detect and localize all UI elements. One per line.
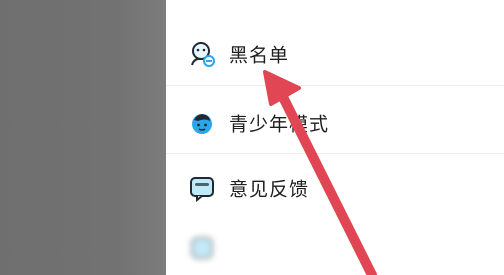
blacklist-user-icon xyxy=(191,42,215,67)
menu-item-label: 黑名单 xyxy=(229,44,290,67)
menu-item-feedback[interactable]: 意见反馈 xyxy=(166,168,504,208)
youth-mode-icon xyxy=(192,114,212,134)
menu-item-label: 青少年模式 xyxy=(229,113,330,136)
menu-item-settings[interactable] xyxy=(166,228,504,268)
menu-item-youth-mode[interactable]: 青少年模式 xyxy=(166,103,504,143)
divider xyxy=(166,153,504,154)
menu-item-blacklist[interactable]: 黑名单 xyxy=(166,34,504,74)
menu-item-label: 意见反馈 xyxy=(229,178,310,201)
settings-icon xyxy=(191,237,213,259)
side-drawer-menu: 黑名单 青少年模式 意见反馈 xyxy=(166,0,504,275)
dimmed-overlay[interactable] xyxy=(0,0,166,275)
feedback-icon xyxy=(190,177,214,202)
divider xyxy=(166,85,504,86)
